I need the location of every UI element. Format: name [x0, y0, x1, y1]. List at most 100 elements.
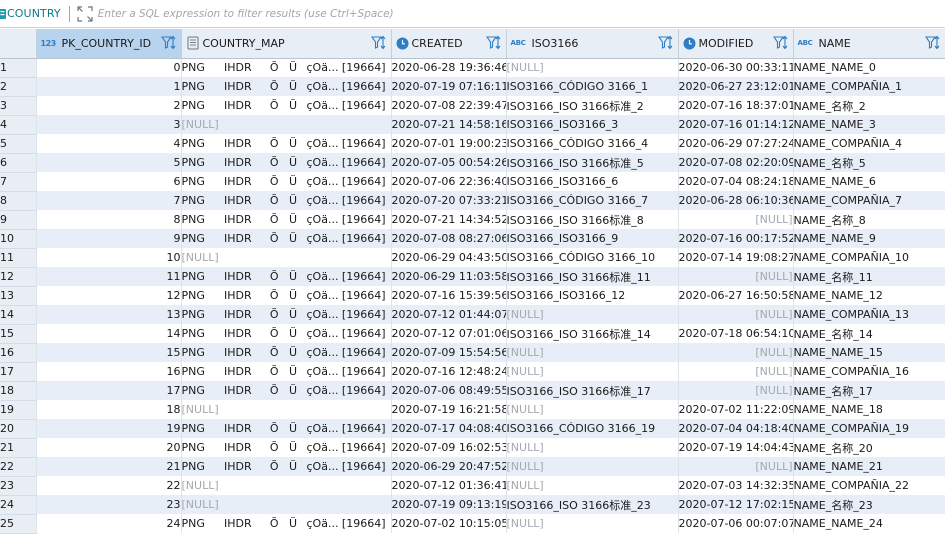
- cell-name[interactable]: NAME_COMPAÑIA_22: [793, 476, 945, 495]
- cell-modified[interactable]: 2020-07-04 04:18:40: [678, 419, 794, 438]
- table-row[interactable]: 5 4 PNG IHDR Õ ÜçOä... [19664] 2020-07-01 19:0…: [0, 134, 945, 154]
- expand-filter-icon[interactable]: [76, 5, 94, 23]
- cell-modified[interactable]: 2020-06-27 16:50:58: [678, 286, 794, 305]
- table-row[interactable]: 23 22 [NULL] 2020-07-12 01:36:41 [NULL] 2020-…: [0, 476, 945, 496]
- cell-created[interactable]: 2020-07-21 14:34:52: [391, 210, 507, 229]
- cell-name[interactable]: NAME_NAME_6: [793, 172, 945, 191]
- table-row[interactable]: 3 2 PNG IHDR Õ ÜçOä... [19664] 2020-07-08 22:3…: [0, 96, 945, 116]
- column-header-iso3166[interactable]: ABC ISO3166: [506, 29, 679, 59]
- cell-pk-country-id[interactable]: 24: [36, 514, 182, 533]
- cell-iso3166[interactable]: [NULL]: [506, 457, 679, 476]
- cell-created[interactable]: 2020-07-17 04:08:40: [391, 419, 507, 438]
- cell-pk-country-id[interactable]: 7: [36, 191, 182, 210]
- cell-created[interactable]: 2020-07-12 01:44:07: [391, 305, 507, 324]
- cell-pk-country-id[interactable]: 16: [36, 362, 182, 381]
- column-header-pk-country-id[interactable]: 123 PK_COUNTRY_ID: [36, 29, 182, 59]
- cell-modified[interactable]: 2020-07-16 00:17:52: [678, 229, 794, 248]
- cell-modified[interactable]: 2020-07-16 01:14:12: [678, 115, 794, 134]
- cell-created[interactable]: 2020-07-02 10:15:05: [391, 514, 507, 533]
- cell-iso3166[interactable]: [NULL]: [506, 514, 679, 533]
- cell-modified[interactable]: 2020-06-27 23:12:01: [678, 77, 794, 96]
- cell-name[interactable]: NAME_COMPAÑIA_4: [793, 134, 945, 153]
- cell-pk-country-id[interactable]: 21: [36, 457, 182, 476]
- cell-iso3166[interactable]: ISO3166_ISO 3166标准_17: [506, 381, 679, 400]
- table-row[interactable]: 18 17 PNG IHDR Õ ÜçOä... [19664] 2020-07-06 08…: [0, 381, 945, 401]
- cell-iso3166[interactable]: [NULL]: [506, 476, 679, 495]
- cell-country-map[interactable]: [NULL]: [181, 248, 392, 267]
- cell-pk-country-id[interactable]: 19: [36, 419, 182, 438]
- cell-pk-country-id[interactable]: 10: [36, 248, 182, 267]
- cell-country-map[interactable]: PNG IHDR Õ ÜçOä... [19664]: [181, 419, 392, 438]
- cell-name[interactable]: NAME_COMPAÑIA_16: [793, 362, 945, 381]
- cell-country-map[interactable]: PNG IHDR Õ ÜçOä... [19664]: [181, 96, 392, 115]
- cell-country-map[interactable]: PNG IHDR Õ ÜçOä... [19664]: [181, 153, 392, 172]
- table-tab[interactable]: COUNTRY: [0, 0, 65, 28]
- cell-iso3166[interactable]: ISO3166_ISO3166_12: [506, 286, 679, 305]
- cell-pk-country-id[interactable]: 22: [36, 476, 182, 495]
- cell-country-map[interactable]: [NULL]: [181, 400, 392, 419]
- cell-country-map[interactable]: PNG IHDR Õ ÜçOä... [19664]: [181, 457, 392, 476]
- cell-name[interactable]: NAME_NAME_9: [793, 229, 945, 248]
- table-row[interactable]: 6 5 PNG IHDR Õ ÜçOä... [19664] 2020-07-05 00:5…: [0, 153, 945, 173]
- row-number[interactable]: 14: [0, 305, 37, 325]
- column-filter-icon[interactable]: [924, 35, 942, 51]
- column-filter-icon[interactable]: [772, 35, 790, 51]
- cell-country-map[interactable]: PNG IHDR Õ ÜçOä... [19664]: [181, 286, 392, 305]
- column-header-modified[interactable]: MODIFIED: [678, 29, 794, 59]
- row-number[interactable]: 20: [0, 419, 37, 439]
- cell-created[interactable]: 2020-07-12 07:01:06: [391, 324, 507, 343]
- cell-pk-country-id[interactable]: 0: [36, 58, 182, 77]
- table-row[interactable]: 16 15 PNG IHDR Õ ÜçOä... [19664] 2020-07-09 15…: [0, 343, 945, 363]
- cell-country-map[interactable]: PNG IHDR Õ ÜçOä... [19664]: [181, 191, 392, 210]
- cell-modified[interactable]: 2020-06-29 07:27:24: [678, 134, 794, 153]
- row-number[interactable]: 4: [0, 115, 37, 135]
- column-filter-icon[interactable]: [485, 35, 503, 51]
- table-row[interactable]: 10 9 PNG IHDR Õ ÜçOä... [19664] 2020-07-08 08:…: [0, 229, 945, 249]
- cell-pk-country-id[interactable]: 15: [36, 343, 182, 362]
- cell-created[interactable]: 2020-07-06 22:36:40: [391, 172, 507, 191]
- cell-pk-country-id[interactable]: 2: [36, 96, 182, 115]
- cell-created[interactable]: 2020-07-19 07:16:11: [391, 77, 507, 96]
- cell-iso3166[interactable]: ISO3166_ISO 3166标准_23: [506, 495, 679, 514]
- cell-modified[interactable]: [NULL]: [678, 381, 794, 400]
- cell-modified[interactable]: 2020-07-18 06:54:10: [678, 324, 794, 343]
- cell-name[interactable]: NAME_名称_5: [793, 153, 945, 172]
- cell-iso3166[interactable]: ISO3166_CÓDIGO 3166_4: [506, 134, 679, 153]
- cell-modified[interactable]: 2020-07-08 02:20:09: [678, 153, 794, 172]
- cell-iso3166[interactable]: [NULL]: [506, 362, 679, 381]
- cell-name[interactable]: NAME_名称_14: [793, 324, 945, 343]
- row-number[interactable]: 5: [0, 134, 37, 154]
- row-number[interactable]: 7: [0, 172, 37, 192]
- table-row[interactable]: 24 23 [NULL] 2020-07-19 09:13:19 ISO3166_ISO…: [0, 495, 945, 515]
- table-row[interactable]: 2 1 PNG IHDR Õ ÜçOä... [19664] 2020-07-19 07:1…: [0, 77, 945, 97]
- sql-filter-input[interactable]: [97, 7, 698, 20]
- row-number-header[interactable]: [0, 29, 37, 59]
- cell-created[interactable]: 2020-07-06 08:49:55: [391, 381, 507, 400]
- row-number[interactable]: 3: [0, 96, 37, 116]
- row-number[interactable]: 22: [0, 457, 37, 477]
- cell-iso3166[interactable]: [NULL]: [506, 400, 679, 419]
- cell-modified[interactable]: 2020-07-04 08:24:18: [678, 172, 794, 191]
- table-row[interactable]: 22 21 PNG IHDR Õ ÜçOä... [19664] 2020-06-29 20…: [0, 457, 945, 477]
- cell-iso3166[interactable]: ISO3166_ISO 3166标准_8: [506, 210, 679, 229]
- column-header-created[interactable]: CREATED: [391, 29, 507, 59]
- row-number[interactable]: 16: [0, 343, 37, 363]
- cell-name[interactable]: NAME_名称_8: [793, 210, 945, 229]
- cell-country-map[interactable]: PNG IHDR Õ ÜçOä... [19664]: [181, 172, 392, 191]
- cell-pk-country-id[interactable]: 9: [36, 229, 182, 248]
- cell-iso3166[interactable]: ISO3166_CÓDIGO 3166_10: [506, 248, 679, 267]
- cell-iso3166[interactable]: [NULL]: [506, 305, 679, 324]
- row-number[interactable]: 13: [0, 286, 37, 306]
- table-row[interactable]: 25 24 PNG IHDR Õ ÜçOä... [19664] 2020-07-02 10…: [0, 514, 945, 534]
- row-number[interactable]: 17: [0, 362, 37, 382]
- cell-country-map[interactable]: PNG IHDR Õ ÜçOä... [19664]: [181, 362, 392, 381]
- cell-modified[interactable]: [NULL]: [678, 267, 794, 286]
- cell-name[interactable]: NAME_COMPAÑIA_19: [793, 419, 945, 438]
- row-number[interactable]: 9: [0, 210, 37, 230]
- column-filter-icon[interactable]: [657, 35, 675, 51]
- cell-modified[interactable]: 2020-06-30 00:33:11: [678, 58, 794, 77]
- cell-name[interactable]: NAME_名称_17: [793, 381, 945, 400]
- cell-name[interactable]: NAME_名称_11: [793, 267, 945, 286]
- cell-iso3166[interactable]: ISO3166_CÓDIGO 3166_1: [506, 77, 679, 96]
- cell-country-map[interactable]: PNG IHDR Õ ÜçOä... [19664]: [181, 514, 392, 533]
